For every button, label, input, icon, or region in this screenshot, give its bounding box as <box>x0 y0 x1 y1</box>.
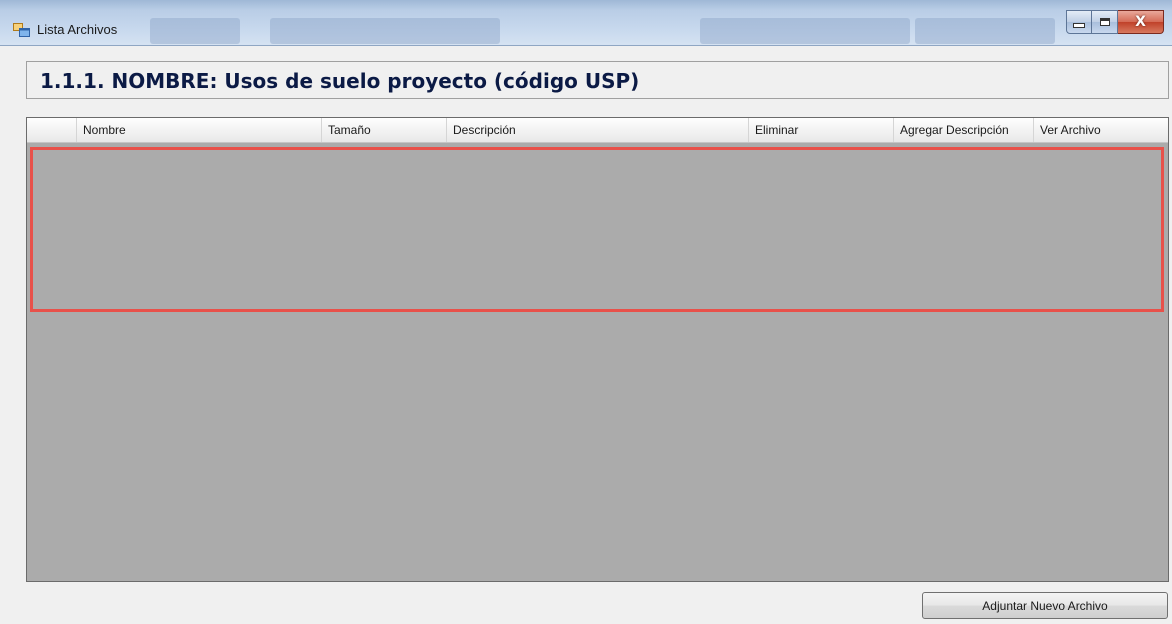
header-panel: 1.1.1. NOMBRE: Usos de suelo proyecto (c… <box>26 61 1169 99</box>
close-icon: X <box>1135 14 1146 30</box>
maximize-button[interactable] <box>1092 10 1118 34</box>
background-window-blur <box>150 18 240 44</box>
background-window-blur <box>700 18 910 44</box>
column-header-nombre[interactable]: Nombre <box>77 118 322 142</box>
grid-header: Nombre Tamaño Descripción Eliminar Agreg… <box>27 118 1168 143</box>
maximize-icon <box>1099 18 1110 26</box>
minimize-button[interactable] <box>1066 10 1092 34</box>
background-window-blur <box>915 18 1055 44</box>
app-window-icon <box>13 23 30 37</box>
highlight-annotation-box <box>30 147 1164 312</box>
row-header-column[interactable] <box>27 118 77 142</box>
column-header-tamano[interactable]: Tamaño <box>322 118 447 142</box>
background-window-blur <box>270 18 500 44</box>
column-header-agregar-descripcion[interactable]: Agregar Descripción <box>894 118 1034 142</box>
window-title: Lista Archivos <box>37 22 118 37</box>
add-new-file-button[interactable]: Adjuntar Nuevo Archivo <box>922 592 1168 619</box>
title-bar[interactable]: Lista Archivos X <box>0 0 1172 46</box>
minimize-icon <box>1073 22 1085 28</box>
page-title: 1.1.1. NOMBRE: Usos de suelo proyecto (c… <box>40 69 640 93</box>
files-grid[interactable]: Nombre Tamaño Descripción Eliminar Agreg… <box>26 117 1169 582</box>
close-button[interactable]: X <box>1118 10 1164 34</box>
column-header-ver-archivo[interactable]: Ver Archivo <box>1034 118 1168 142</box>
column-header-descripcion[interactable]: Descripción <box>447 118 749 142</box>
caption-buttons: X <box>1066 10 1164 36</box>
column-header-eliminar[interactable]: Eliminar <box>749 118 894 142</box>
